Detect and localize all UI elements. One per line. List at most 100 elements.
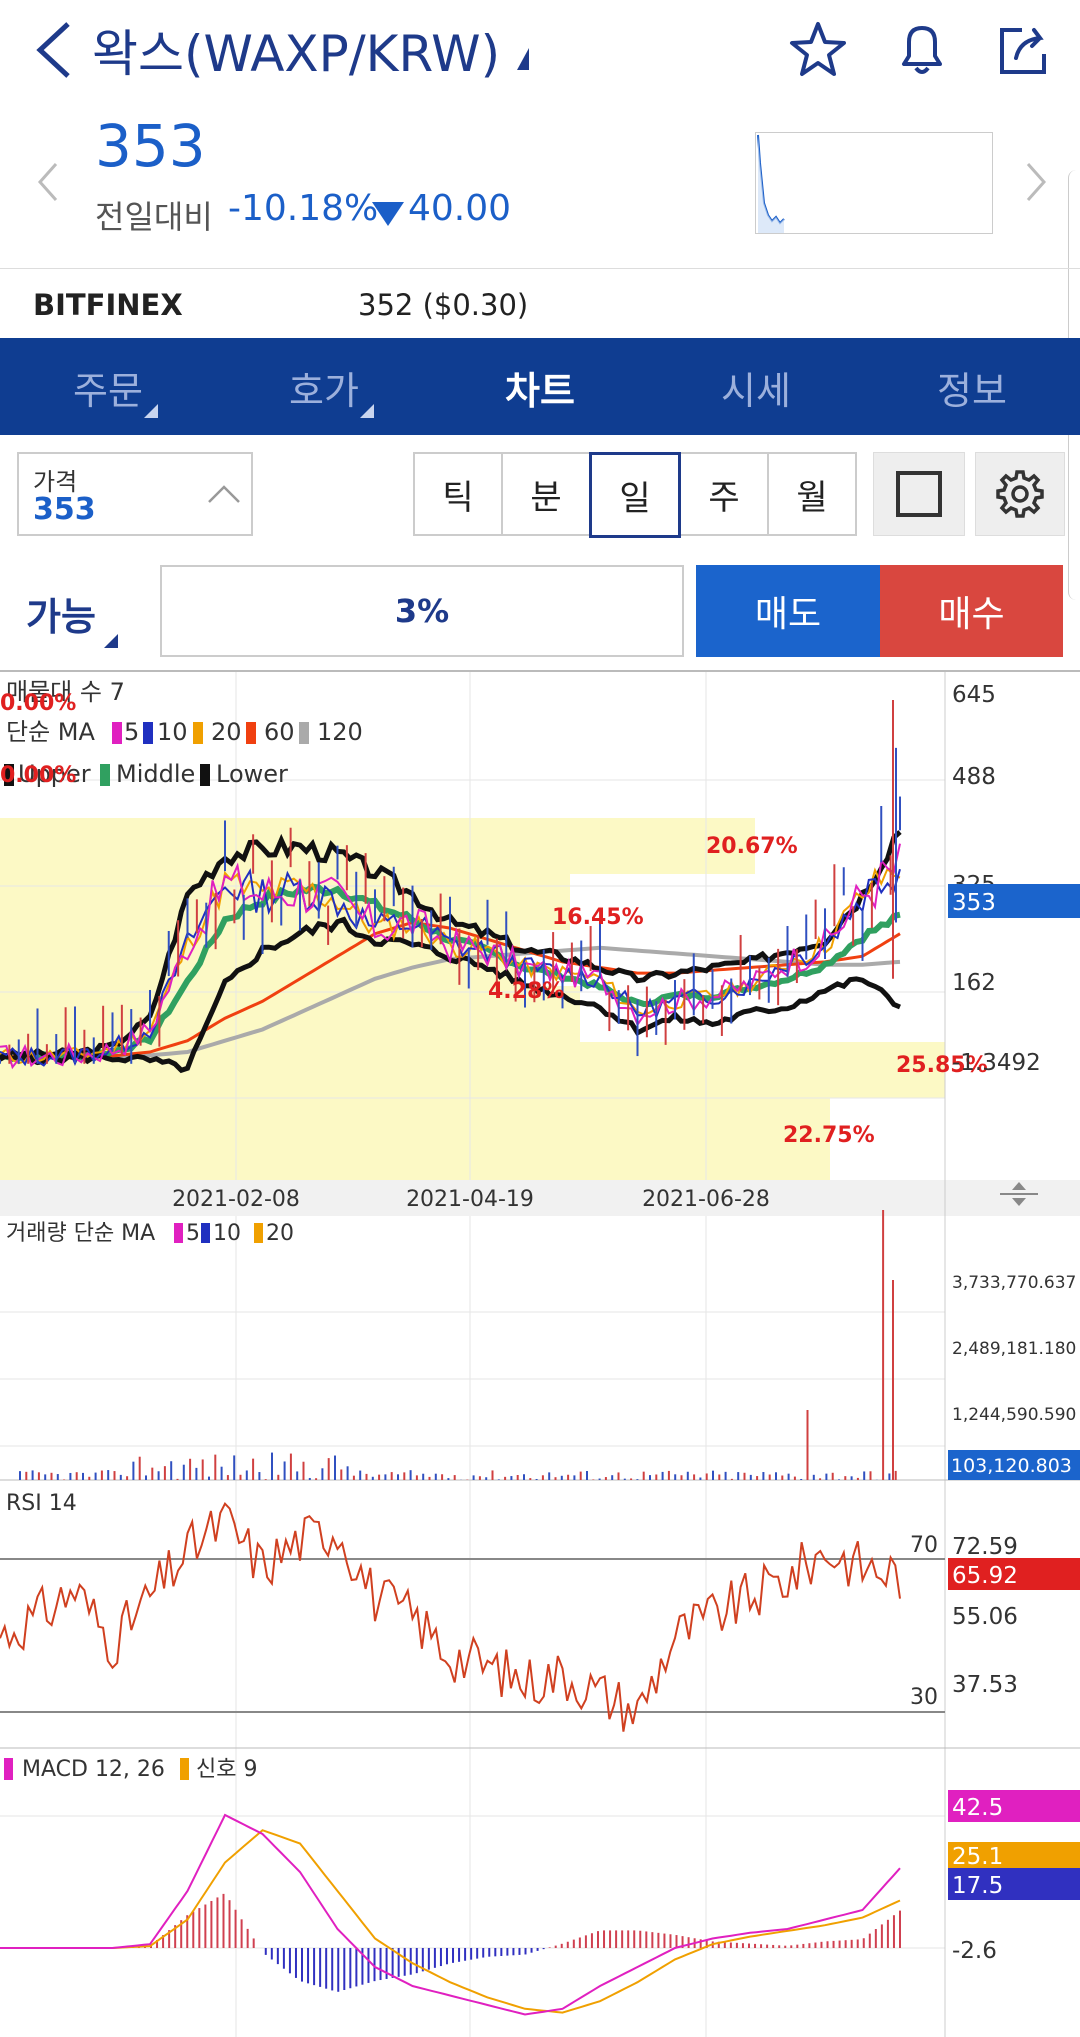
legend-ma20: 20 [211,718,242,746]
period-week[interactable]: 주 [679,452,769,536]
sell-button[interactable]: 매도 [696,565,880,657]
volume-legend-label: 거래량 단순 MA [6,1221,155,1246]
legend-ma60-swatch [246,722,256,744]
change-amount: 40.00 [408,188,512,229]
period-tick[interactable]: 틱 [413,452,503,536]
legend-ma-label: 단순 MA [6,718,95,746]
change-percent: -10.18% [228,188,379,229]
legend-ma120: 120 [317,718,363,746]
title-dropdown-icon[interactable] [517,48,529,70]
hist-badge-text: 17.5 [952,1873,1003,1899]
prev-arrow-icon[interactable] [36,160,60,204]
vp-label-5: 4.28% [488,979,564,1004]
vol-ma10: 10 [213,1221,241,1246]
rsi-level-70: 70 [910,1533,938,1558]
legend-lower: Lower [216,760,288,788]
period-selector: 틱 분 일 주 월 [413,452,859,538]
tab-info[interactable]: 정보 [882,360,1062,415]
back-icon[interactable] [28,18,78,82]
rsi-tick-2: 55.06 [952,1604,1018,1630]
macd-badge-text: 42.5 [952,1795,1003,1821]
x-tick-2: 2021-04-19 [406,1187,534,1212]
vol-tick-2: 2,489,181.180 [952,1339,1076,1359]
tab-bar: 주문 호가 차트 시세 정보 [0,338,1080,435]
percent-input[interactable]: 3% [160,565,684,657]
rsi-badge-text: 65.92 [952,1563,1018,1589]
divider [0,268,1080,269]
exchange-price: 352 ($0.30) [358,288,529,322]
legend-ma5: 5 [124,718,139,746]
vol-ma5: 5 [186,1221,200,1246]
vp-label-2: 0.00% [0,763,76,788]
legend-ma10-swatch [143,722,153,744]
legend-ma20-swatch [193,722,203,744]
volume-bars [19,1210,897,1480]
bell-icon[interactable] [890,18,954,82]
macd-swatch [4,1758,13,1780]
macd-tick-1: -2.6 [952,1938,997,1964]
vp-bar-1 [0,818,755,874]
available-caret-icon [104,634,118,648]
chevron-up-icon [208,485,240,503]
period-day[interactable]: 일 [589,452,681,538]
buy-button[interactable]: 매수 [880,565,1063,657]
gear-icon [996,470,1044,518]
price-tick-2: 488 [952,764,996,790]
settings-button[interactable] [975,452,1065,536]
period-month[interactable]: 월 [767,452,857,536]
price-y-axis: 645 488 325 162 -1.3492 [952,682,1041,1076]
x-axis: 2021-02-08 2021-04-19 2021-06-28 [172,1187,770,1212]
next-arrow-icon[interactable] [1024,160,1048,204]
rsi-line [0,1501,901,1732]
legend-middle-swatch [100,764,110,786]
macd-line [0,1813,901,2016]
legend-lower-swatch [200,764,210,786]
signal-legend: 신호 9 [196,1757,257,1782]
square-icon [896,471,942,517]
vol-ma10-swatch [201,1223,210,1243]
tab-chart[interactable]: 차트 [450,360,630,415]
exchange-name: BITFINEX [33,288,183,322]
rsi-level-30: 30 [910,1685,938,1710]
vol-tick-3: 1,244,590.590 [952,1405,1076,1425]
tab-order-caret-icon [144,404,158,418]
chart-area[interactable]: 매물대 수 7 단순 MA 5 10 20 60 120 Upper Middl… [0,672,1080,2037]
legend-middle: Middle [116,760,195,788]
legend-ma60: 60 [264,718,295,746]
legend-ma10: 10 [157,718,188,746]
vp-label-1: 0.00% [0,691,76,716]
available-label[interactable]: 가능 [26,586,96,641]
vol-tick-1: 3,733,770.637 [952,1273,1076,1293]
x-tick-1: 2021-02-08 [172,1187,300,1212]
signal-swatch [180,1758,189,1780]
price-tick-5: -1.3492 [952,1050,1041,1076]
macd-legend: MACD 12, 26 [22,1757,165,1782]
legend-ma120-swatch [299,722,309,744]
price-tick-1: 645 [952,682,996,708]
vol-ma20: 20 [266,1221,294,1246]
signal-line [0,1829,901,2014]
volume-y-axis: 3,733,770.637 2,489,181.180 1,244,590.59… [952,1273,1076,1425]
x-tick-3: 2021-06-28 [642,1187,770,1212]
legend-ma5-swatch [112,722,122,744]
vp-label-3: 20.67% [706,834,798,859]
volume-badge-text: 103,120.803 [951,1455,1072,1477]
price-tick-4: 162 [952,970,996,996]
tab-quotes[interactable]: 시세 [666,360,846,415]
price-selector[interactable]: 가격 353 [17,452,253,536]
vp-label-7: 22.75% [783,1123,875,1148]
star-icon[interactable] [786,18,850,82]
change-label: 전일대비 [95,198,213,236]
fullscreen-button[interactable] [873,452,965,536]
macd-series [0,1813,901,2016]
current-price-badge-text: 353 [952,890,996,916]
period-minute[interactable]: 분 [501,452,591,536]
share-icon[interactable] [992,18,1056,82]
down-triangle-icon [372,202,404,226]
mini-chart [755,132,993,234]
signal-badge-text: 25.1 [952,1844,1003,1870]
current-price: 353 [95,112,206,180]
tab-order[interactable]: 주문 [18,360,198,415]
vp-bar-5 [0,1042,945,1098]
tab-orderbook[interactable]: 호가 [234,360,414,415]
